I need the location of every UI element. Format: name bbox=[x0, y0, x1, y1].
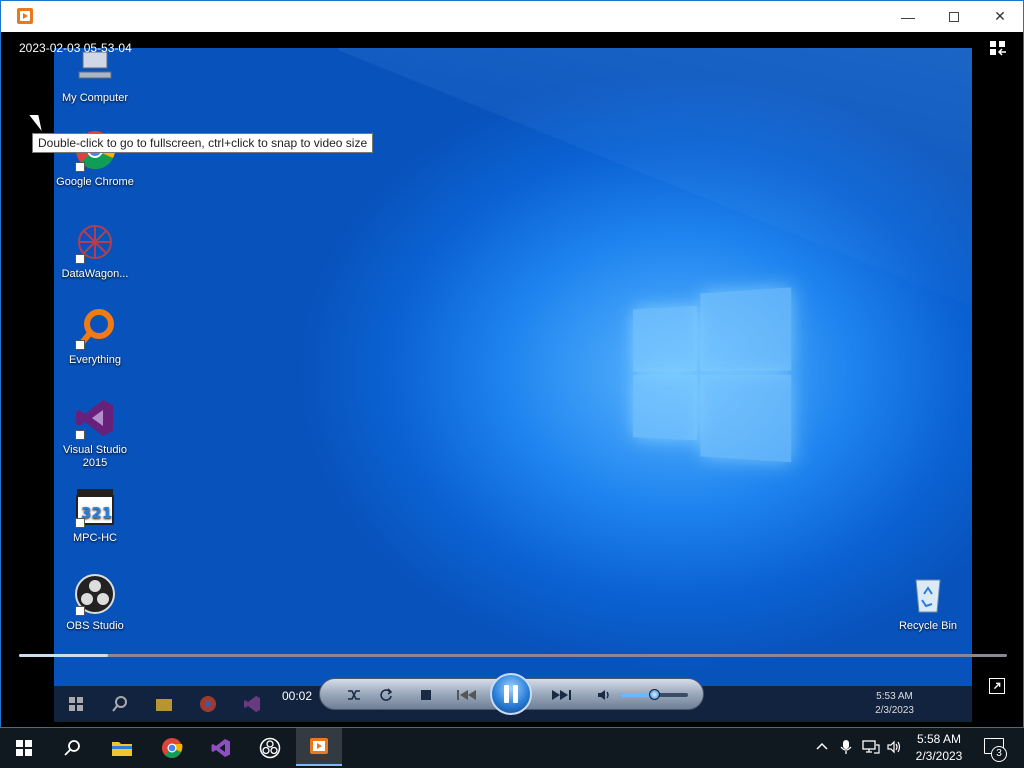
next-icon bbox=[552, 690, 571, 700]
expand-icon[interactable] bbox=[989, 678, 1005, 694]
desktop-icon-everything[interactable]: Everything bbox=[54, 306, 136, 367]
shortcut-arrow-icon bbox=[75, 254, 85, 264]
recycle-bin-icon bbox=[906, 572, 950, 616]
maximize-icon bbox=[949, 11, 959, 22]
elapsed-time: 00:02 bbox=[282, 689, 313, 703]
shortcut-arrow-icon bbox=[75, 340, 85, 350]
seek-bar[interactable] bbox=[19, 654, 1007, 657]
playback-controls bbox=[319, 673, 704, 715]
start-button[interactable] bbox=[12, 736, 36, 760]
desktop-icon-visual-studio[interactable]: Visual Studio 2015 bbox=[54, 396, 136, 470]
logo-pane bbox=[700, 287, 792, 372]
taskbar-obs[interactable] bbox=[258, 736, 282, 760]
desktop-icon-label: MPC-HC bbox=[73, 532, 117, 544]
previous-icon bbox=[457, 690, 476, 700]
clock-date: 2/3/2023 bbox=[915, 749, 963, 763]
obs-icon bbox=[73, 572, 117, 616]
windows-start-icon bbox=[16, 740, 32, 756]
clock[interactable]: 5:58 AM 2/3/2023 bbox=[902, 731, 976, 765]
remote-clock-time: 5:53 AM bbox=[876, 691, 913, 702]
speaker-icon bbox=[598, 690, 609, 700]
stop-button[interactable] bbox=[414, 683, 438, 707]
remote-start-icon bbox=[69, 697, 83, 711]
taskbar-file-explorer[interactable] bbox=[110, 736, 134, 760]
timestamp-overlay: 2023-02-03 05-53-04 bbox=[19, 41, 132, 55]
previous-button[interactable] bbox=[450, 683, 484, 707]
layout-toggle-icon[interactable] bbox=[989, 40, 1007, 56]
tray-chevron-up-icon[interactable] bbox=[815, 739, 829, 756]
remote-visual-studio-icon bbox=[244, 696, 260, 712]
desktop-icon-label: My Computer bbox=[61, 92, 129, 104]
minimize-icon: — bbox=[901, 8, 915, 25]
shuffle-icon bbox=[348, 690, 360, 700]
datawagon-icon bbox=[73, 220, 117, 264]
desktop-icon-obs[interactable]: OBS Studio bbox=[54, 572, 136, 633]
shortcut-arrow-icon bbox=[75, 162, 85, 172]
pause-button[interactable] bbox=[490, 673, 532, 715]
volume-slider-handle[interactable] bbox=[649, 689, 660, 700]
mpc-hc-icon: 321 bbox=[73, 484, 117, 528]
network-icon[interactable] bbox=[862, 739, 880, 758]
mpc-hc-icon bbox=[310, 738, 328, 754]
repeat-button[interactable] bbox=[374, 683, 398, 707]
player-window: — ✕ 2023-02-03 05-53-04 My Computer Goog… bbox=[0, 0, 1024, 728]
desktop-icon-label: Recycle Bin bbox=[898, 620, 958, 632]
visual-studio-icon bbox=[73, 396, 117, 440]
desktop-icon-label: DataWagon... bbox=[61, 268, 129, 280]
volume-icon[interactable] bbox=[886, 739, 902, 758]
taskbar-visual-studio[interactable] bbox=[209, 736, 233, 760]
notification-count-badge: 3 bbox=[991, 746, 1007, 762]
close-icon: ✕ bbox=[994, 8, 1006, 24]
next-button[interactable] bbox=[544, 683, 578, 707]
shuffle-button[interactable] bbox=[342, 683, 366, 707]
desktop-icon-datawagon[interactable]: DataWagon... bbox=[54, 220, 136, 281]
pause-icon bbox=[504, 685, 509, 703]
logo-pane bbox=[633, 375, 697, 441]
remote-search-icon bbox=[112, 696, 127, 712]
microphone-icon[interactable] bbox=[840, 739, 852, 758]
tooltip: Double-click to go to fullscreen, ctrl+c… bbox=[32, 133, 374, 153]
volume-slider[interactable] bbox=[620, 689, 688, 700]
desktop-icon-recycle-bin[interactable]: Recycle Bin bbox=[887, 572, 969, 633]
logo-pane bbox=[633, 305, 697, 372]
desktop-icon-mpc-hc[interactable]: 321 MPC-HC bbox=[54, 484, 136, 545]
taskbar-mpc-hc[interactable] bbox=[296, 728, 342, 766]
repeat-icon bbox=[380, 688, 393, 701]
stop-icon bbox=[421, 690, 431, 700]
titlebar[interactable]: — ✕ bbox=[1, 1, 1023, 32]
clock-time: 5:58 AM bbox=[916, 732, 962, 746]
remote-clock: 5:53 AM 2/3/2023 bbox=[875, 690, 914, 718]
desktop-icon-label: Google Chrome bbox=[56, 176, 134, 188]
mpc-hc-app-icon[interactable] bbox=[17, 8, 33, 24]
seek-bar-progress bbox=[19, 654, 108, 657]
logo-pane bbox=[700, 374, 792, 463]
mute-button[interactable] bbox=[592, 683, 616, 707]
search-magnifier-icon bbox=[73, 306, 117, 350]
remote-chrome-icon bbox=[200, 696, 216, 712]
search-button[interactable] bbox=[60, 736, 84, 760]
desktop-icon-label: Visual Studio 2015 bbox=[62, 444, 127, 469]
pause-icon bbox=[513, 685, 518, 703]
desktop-icon-label: OBS Studio bbox=[66, 620, 124, 632]
windows-logo bbox=[633, 287, 795, 469]
close-button[interactable]: ✕ bbox=[977, 1, 1023, 32]
remote-folder-icon bbox=[156, 699, 172, 711]
chrome-icon bbox=[162, 738, 183, 758]
shortcut-arrow-icon bbox=[75, 430, 85, 440]
search-icon bbox=[64, 740, 80, 756]
remote-clock-date: 2/3/2023 bbox=[875, 705, 914, 716]
minimize-button[interactable]: — bbox=[885, 1, 931, 32]
folder-icon bbox=[112, 742, 132, 756]
taskbar: 5:58 AM 2/3/2023 3 bbox=[0, 728, 1024, 768]
taskbar-chrome[interactable] bbox=[160, 736, 184, 760]
visual-studio-icon bbox=[211, 739, 230, 757]
maximize-button[interactable] bbox=[931, 1, 977, 32]
svg-text:321: 321 bbox=[81, 504, 112, 522]
shortcut-arrow-icon bbox=[75, 606, 85, 616]
desktop-icon-my-computer[interactable]: My Computer bbox=[54, 48, 136, 105]
desktop-icon-label: Everything bbox=[69, 354, 121, 366]
shortcut-arrow-icon bbox=[75, 518, 85, 528]
obs-icon bbox=[259, 737, 281, 759]
